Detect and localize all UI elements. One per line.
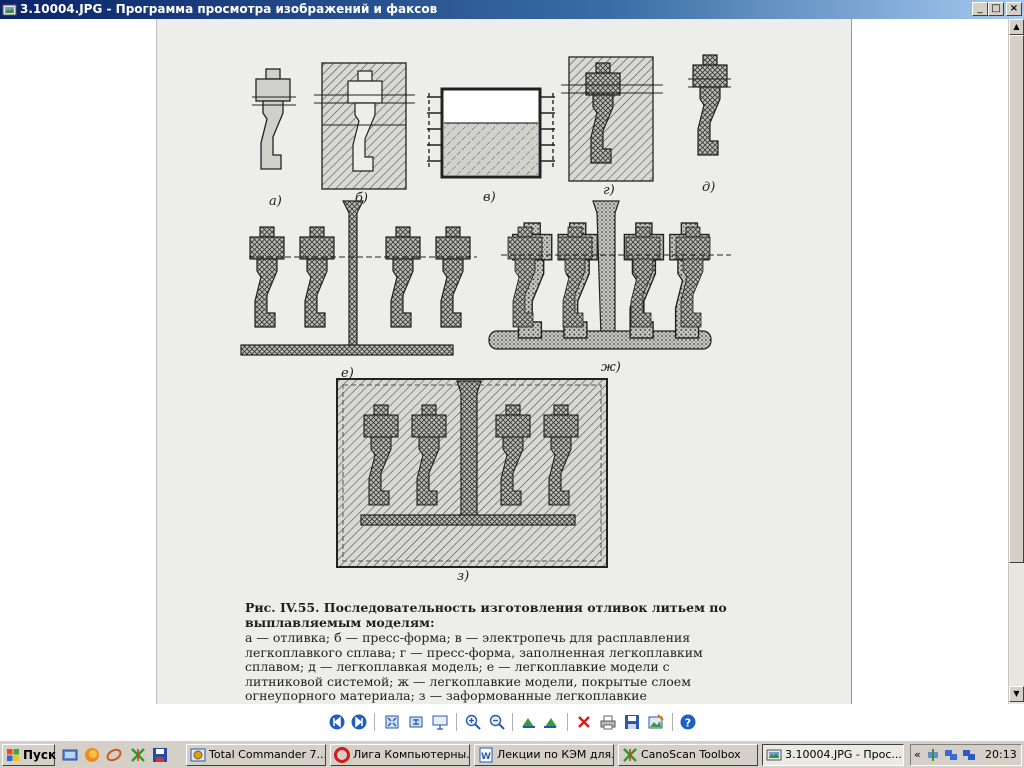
taskbar: Пуск Total Commander 7.... Лига Компьюте… [0, 740, 1024, 768]
firefox-icon[interactable] [84, 747, 100, 763]
close-button[interactable]: × [1006, 2, 1022, 16]
panel-zh-coated-models [488, 200, 731, 350]
toolbar-separator [512, 713, 513, 731]
print-icon[interactable] [600, 714, 616, 730]
taskbar-button-canoscan[interactable]: CanoScan Toolbox [618, 744, 758, 766]
zoom-in-icon[interactable] [465, 714, 481, 730]
task-label: Total Commander 7.... [209, 748, 326, 761]
task-label: CanoScan Toolbox [641, 748, 741, 761]
windows-logo-icon [7, 749, 19, 761]
figure-caption-body: а — отливка; б — пресс-форма; в — электр… [245, 630, 703, 703]
scroll-up-button[interactable]: ▲ [1009, 19, 1024, 35]
figure-caption-title: Рис. IV.55. Последовательность изготовле… [245, 600, 727, 630]
panel-g-filled-mold [561, 56, 663, 182]
label-e: е) [341, 366, 354, 381]
task-label: 3.10004.JPG - Прос... [785, 748, 902, 761]
total-commander-icon [190, 748, 206, 762]
open-for-editing-icon[interactable] [648, 714, 664, 730]
zoom-out-icon[interactable] [489, 714, 505, 730]
label-a: а) [269, 194, 282, 209]
label-b: б) [355, 191, 368, 206]
system-tray: « 20:13 [910, 744, 1022, 766]
window-title: 3.10004.JPG - Программа просмотра изобра… [20, 2, 438, 16]
toolbar-separator [456, 713, 457, 731]
scroll-down-button[interactable]: ▼ [1009, 686, 1024, 702]
tray-expand-button[interactable]: « [914, 745, 921, 765]
network-icon[interactable] [944, 748, 958, 762]
actual-size-icon[interactable] [408, 714, 424, 730]
taskbar-button-image-viewer[interactable]: 3.10004.JPG - Прос... [762, 744, 904, 766]
word-icon: W [479, 747, 493, 763]
rotate-clockwise-icon[interactable] [520, 714, 536, 730]
label-g: г) [603, 183, 615, 198]
start-label: Пуск [23, 748, 57, 762]
delete-icon[interactable] [576, 714, 592, 730]
viewer-toolbar: ? [0, 704, 1024, 740]
help-icon[interactable]: ? [680, 714, 696, 730]
quick-launch-app-icon[interactable] [106, 747, 122, 763]
svg-text:W: W [481, 752, 491, 762]
task-label: Лига Компьютерны... [353, 748, 470, 761]
toolbar-separator [374, 713, 375, 731]
vertical-scrollbar[interactable]: ▲ ▼ [1008, 19, 1024, 704]
canoscan-quick-icon[interactable] [130, 747, 146, 763]
start-button[interactable]: Пуск [2, 744, 57, 766]
minimize-button[interactable]: _ [972, 2, 988, 16]
scroll-thumb[interactable] [1009, 35, 1024, 563]
panel-v-electric-furnace [427, 87, 555, 179]
toolbar-separator [672, 713, 673, 731]
clock[interactable]: 20:13 [985, 745, 1017, 765]
network-icon-2[interactable] [962, 748, 976, 762]
label-zh: ж) [601, 360, 621, 375]
scanned-page: а) б) в) г) д) е) ж) з) Рис. IV.55. Посл… [156, 19, 852, 704]
best-fit-icon[interactable] [384, 714, 400, 730]
taskbar-button-word[interactable]: W Лекции по КЭМ для... [474, 744, 614, 766]
panel-a-casting [252, 68, 296, 170]
maximize-button[interactable]: □ [988, 2, 1004, 16]
panel-e-models-with-gates [240, 200, 477, 356]
opera-icon [334, 747, 350, 763]
rotate-counterclockwise-icon[interactable] [543, 714, 559, 730]
next-image-icon[interactable] [351, 714, 367, 730]
image-viewer-icon [2, 4, 17, 16]
safely-remove-hardware-icon[interactable] [926, 748, 940, 762]
previous-image-icon[interactable] [329, 714, 345, 730]
label-v: в) [483, 190, 496, 205]
image-display-area[interactable]: а) б) в) г) д) е) ж) з) Рис. IV.55. Посл… [0, 19, 1008, 704]
title-bar[interactable]: 3.10004.JPG - Программа просмотра изобра… [0, 0, 1024, 19]
label-z: з) [457, 569, 469, 584]
panel-b-press-mold [314, 62, 415, 190]
show-desktop-icon[interactable] [62, 747, 78, 763]
slideshow-icon[interactable] [432, 714, 448, 730]
save-quick-icon[interactable] [152, 747, 168, 763]
image-viewer-icon [766, 749, 782, 761]
taskbar-button-total-commander[interactable]: Total Commander 7.... [186, 744, 326, 766]
task-label: Лекции по КЭМ для... [497, 748, 614, 761]
canoscan-icon [623, 748, 637, 762]
svg-text:?: ? [685, 717, 691, 730]
label-d: д) [702, 180, 715, 195]
panel-z-flask [336, 378, 608, 568]
taskbar-button-opera[interactable]: Лига Компьютерны... [330, 744, 470, 766]
save-copy-icon[interactable] [624, 714, 640, 730]
panel-d-fusible-model [688, 54, 731, 156]
toolbar-separator [567, 713, 568, 731]
